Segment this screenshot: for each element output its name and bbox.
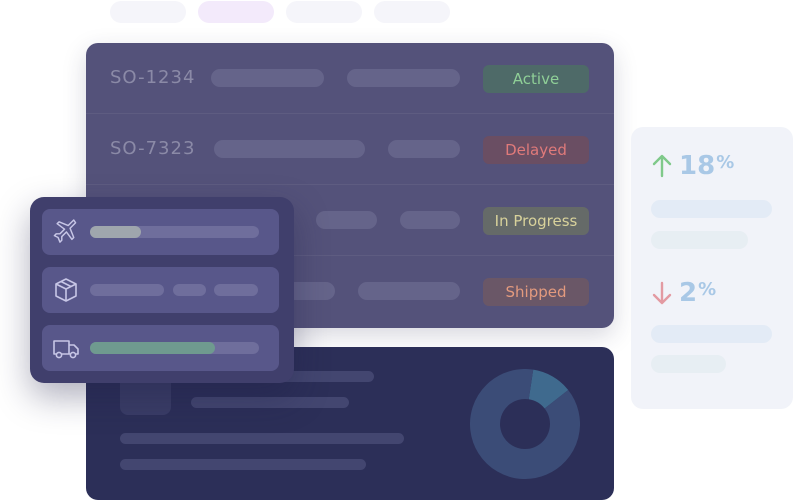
- placeholder-bar: [214, 140, 365, 158]
- placeholder-bar: [316, 211, 377, 229]
- donut-chart: [470, 369, 580, 479]
- kpi-card: 18 % 2 %: [631, 127, 793, 409]
- shipping-method-truck[interactable]: [42, 325, 279, 371]
- placeholder-bar: [400, 211, 460, 229]
- placeholder-bar: [651, 231, 748, 249]
- arrow-up-icon: [652, 154, 672, 178]
- status-badge: In Progress: [483, 207, 589, 235]
- truck-icon: [53, 340, 79, 359]
- progress-fill: [90, 226, 141, 238]
- placeholder-bar: [191, 397, 349, 408]
- placeholder-bar: [214, 284, 258, 296]
- shipping-method-package[interactable]: [42, 267, 279, 313]
- placeholder-bar: [347, 69, 460, 87]
- placeholder-bar: [651, 200, 772, 218]
- status-badge: Delayed: [483, 136, 589, 164]
- placeholder-bar: [358, 282, 460, 300]
- progress-track: [90, 226, 259, 238]
- kpi-value: 18: [679, 151, 716, 181]
- kpi-value: 2: [679, 278, 698, 308]
- package-icon: [55, 278, 77, 302]
- status-badge: Active: [483, 65, 589, 93]
- status-badge: Shipped: [483, 278, 589, 306]
- kpi-unit: %: [698, 279, 717, 300]
- filter-pill-1[interactable]: [110, 1, 186, 23]
- filter-pill-3[interactable]: [286, 1, 362, 23]
- placeholder-bar: [90, 284, 164, 296]
- shipping-methods-card: [30, 197, 294, 383]
- order-id: SO-1234: [110, 67, 196, 88]
- filter-pill-4[interactable]: [374, 1, 450, 23]
- placeholder-bar: [388, 140, 460, 158]
- donut-segment: [527, 369, 569, 410]
- arrow-down-icon: [652, 281, 672, 305]
- placeholder-bar: [211, 69, 324, 87]
- placeholder-bar: [120, 459, 366, 470]
- placeholder-bar: [651, 325, 772, 343]
- placeholder-bar: [173, 284, 206, 296]
- kpi-decrease: 2 %: [651, 278, 716, 308]
- kpi-increase: 18 %: [651, 151, 734, 181]
- filter-pill-2[interactable]: [198, 1, 274, 23]
- placeholder-bar: [651, 355, 726, 373]
- progress-fill: [90, 342, 216, 354]
- order-id: SO-7323: [110, 138, 196, 159]
- shipping-method-air[interactable]: [42, 209, 279, 255]
- progress-track: [90, 342, 259, 354]
- kpi-unit: %: [716, 152, 735, 173]
- airplane-icon: [53, 219, 77, 243]
- table-row[interactable]: SO-7323 Delayed: [86, 114, 614, 184]
- placeholder-bar: [120, 433, 404, 444]
- table-row[interactable]: SO-1234 Active: [86, 43, 614, 113]
